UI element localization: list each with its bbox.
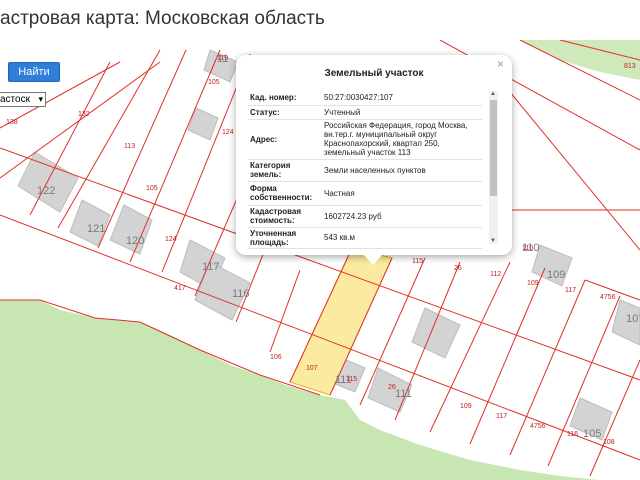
parcel-label: 108 [603, 439, 615, 446]
parcel-label: 109 [527, 280, 539, 287]
parcel-label: 117 [565, 287, 576, 294]
parcel-label: 107 [306, 365, 318, 372]
parcel-label: 105 [208, 79, 220, 86]
row-label: Кад. номер: [248, 90, 322, 106]
row-label: Форма собственности: [248, 181, 322, 206]
building-label: 109 [547, 269, 565, 281]
parcel-label: 124 [165, 236, 177, 243]
search-button[interactable]: Найти [8, 62, 60, 82]
parcel-label: 417 [174, 285, 186, 292]
parcel-label: 106 [270, 354, 282, 361]
parcel-label: 138 [6, 119, 18, 126]
table-row: Кад. номер: 50:27:0030427:107 [248, 90, 482, 106]
chevron-down-icon: ▾ [38, 94, 43, 104]
parcel-label: 105 [146, 185, 158, 192]
building-label: 121 [87, 223, 105, 235]
scroll-down-icon[interactable]: ▼ [490, 238, 496, 244]
table-row: Категория земель: Земли населенных пункт… [248, 159, 482, 182]
row-value: 543 кв.м [322, 227, 482, 249]
table-row: Кадастровая стоимость: 1602724.23 руб [248, 205, 482, 228]
table-row: Уточненная площадь: 543 кв.м [248, 227, 482, 249]
building-label: 122 [37, 185, 55, 197]
parcel-label: 117 [496, 413, 507, 420]
parcel-label: 124 [222, 129, 234, 136]
row-label: Адрес: [248, 119, 322, 160]
parcel-label: 109 [460, 403, 472, 410]
parcel-label: 132 [78, 111, 90, 118]
parcel-label: 107 [12, 40, 24, 42]
building-label: 116 [232, 288, 250, 300]
row-label: Категория земель: [248, 159, 322, 182]
parcel-label: 813 [624, 63, 636, 70]
parcel-info-table: Кад. номер: 50:27:0030427:107 Статус: Уч… [248, 90, 482, 249]
parcel-info-popup: × Земельный участок Кад. номер: 50:27:00… [236, 55, 512, 265]
building-label: 105 [583, 428, 601, 440]
scrollbar-thumb[interactable] [490, 100, 497, 196]
parcel-label: 116 [567, 431, 578, 438]
page-title: астровая карта: Московская область [0, 0, 640, 40]
layer-select-value: астоск [0, 94, 30, 105]
building-label: 110 [522, 242, 540, 254]
row-value: Земли населенных пунктов [322, 159, 482, 182]
row-value: 50:27:0030427:107 [322, 90, 482, 106]
building-label: 120 [126, 235, 144, 247]
row-label: Статус: [248, 105, 322, 120]
layer-select[interactable]: астоск ▾ [0, 92, 46, 107]
parcel-label: 26 [454, 265, 462, 272]
parcel-label: 4756 [600, 294, 616, 301]
row-value: 1602724.23 руб [322, 205, 482, 228]
popup-scrollbar[interactable]: ▲ ▼ [489, 91, 498, 244]
parcel-label: 112 [490, 271, 501, 278]
row-value: Российская Федерация, город Москва, вн.т… [322, 119, 482, 160]
building-label: 107 [626, 313, 640, 325]
parcel-label: 113 [124, 143, 135, 150]
parcel-label: 4756 [530, 423, 546, 430]
table-row: Адрес: Российская Федерация, город Москв… [248, 119, 482, 160]
row-value: Учтенный [322, 105, 482, 120]
table-row: Форма собственности: Частная [248, 181, 482, 206]
building-label: 111 [395, 388, 412, 400]
parcel-label: 115 [412, 258, 423, 265]
building-label: 117 [202, 261, 220, 273]
row-label: Кадастровая стоимость: [248, 205, 322, 228]
row-value: Частная [322, 181, 482, 206]
row-label: Уточненная площадь: [248, 227, 322, 249]
popup-title: Земельный участок [324, 68, 424, 79]
popup-pointer [363, 254, 383, 265]
building-label: 11 [217, 53, 228, 65]
scroll-up-icon[interactable]: ▲ [490, 91, 496, 97]
table-row: Статус: Учтенный [248, 105, 482, 120]
building-label: 115 [346, 376, 357, 383]
